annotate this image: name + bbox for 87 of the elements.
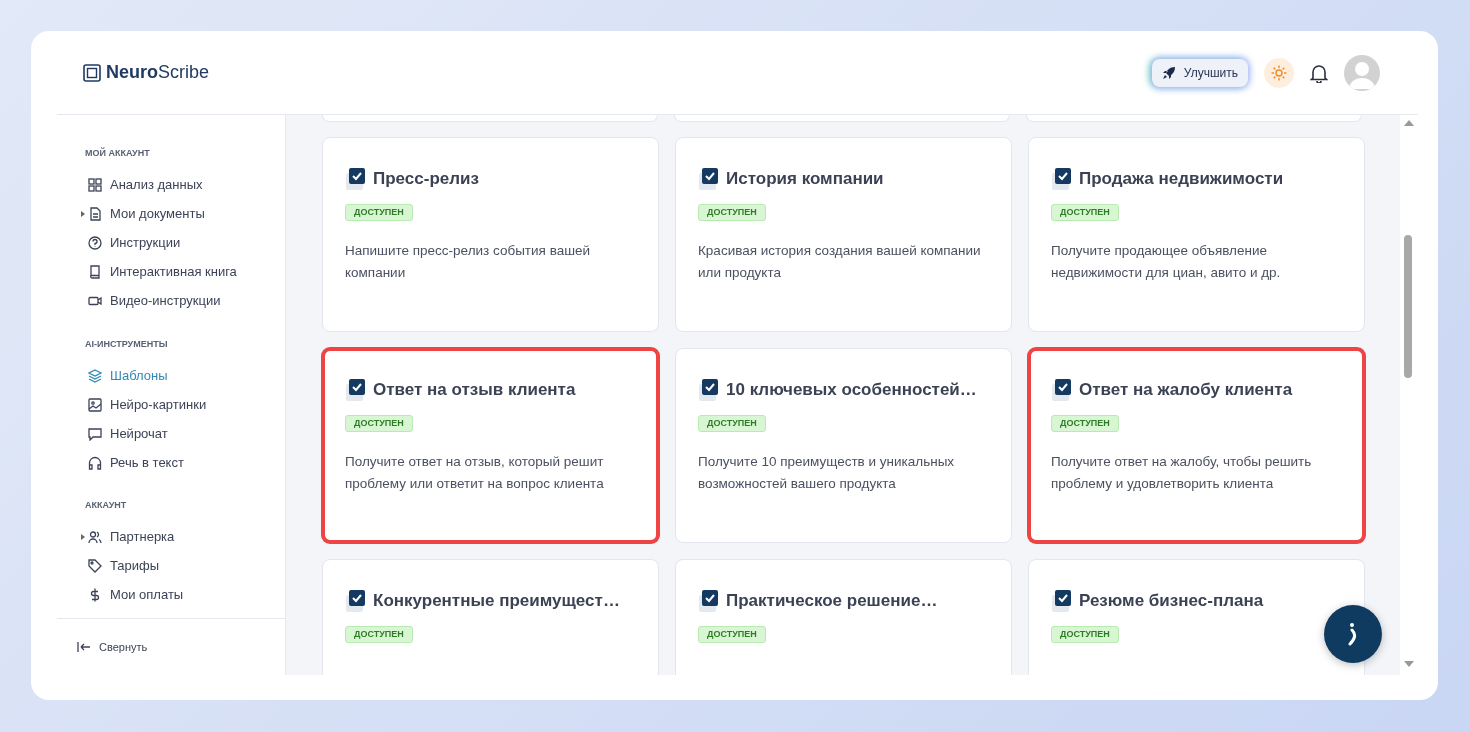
section-title: МОЙ АККАУНТ xyxy=(85,147,151,160)
checkbox-icon xyxy=(345,377,367,402)
sun-icon xyxy=(1271,64,1287,81)
section-title: АККАУНТ xyxy=(85,499,128,512)
template-title: Ответ на отзыв клиента xyxy=(373,379,576,401)
template-title: Ответ на жалобу клиента xyxy=(1079,379,1293,401)
template-title: Пресс-релиз xyxy=(373,168,479,190)
template-card[interactable]: Практическое решение… ДОСТУПЕН xyxy=(675,559,1012,675)
book-icon xyxy=(88,265,102,279)
status-label: ДОСТУПЕН xyxy=(1051,203,1119,221)
checkbox-icon xyxy=(345,166,367,191)
template-card[interactable]: Ответ на отзыв клиента ДОСТУПЕН Получите ответ на отзыв, который решит проблему или ответит на вопрос клиента xyxy=(322,348,659,543)
help-icon xyxy=(88,236,102,250)
status-label: ДОСТУПЕН xyxy=(345,625,413,643)
template-description: Красивая история создания вашей компании или продукта xyxy=(698,241,982,282)
checkbox-icon xyxy=(345,588,367,613)
rocket-icon xyxy=(1161,65,1176,80)
sidebar-item[interactable]: Видео-инструкции xyxy=(85,286,285,316)
sidebar-item[interactable]: Шаблоны xyxy=(85,361,285,390)
users-icon xyxy=(88,530,102,544)
avatar[interactable] xyxy=(1344,54,1380,91)
template-description: Получите 10 преимуществ и уникальных возможностей вашего продукта xyxy=(698,452,956,493)
status-label: ДОСТУПЕН xyxy=(345,203,413,221)
template-title: Практическое решение… xyxy=(726,590,938,612)
template-card[interactable]: 10 ключевых особенностей… ДОСТУПЕН Получите 10 преимуществ и уникальных возможностей вашего продукта xyxy=(675,348,1012,543)
caret-icon[interactable] xyxy=(81,534,85,540)
template-card[interactable]: Ответ на жалобу клиента ДОСТУПЕН Получите ответ на жалобу, чтобы решить проблему и удовлетворить клиента xyxy=(1028,348,1365,543)
template-description: Получите продающее объявление недвижимости для циан, авито и др. xyxy=(1051,241,1282,282)
scroll-down-icon[interactable] xyxy=(1404,661,1414,667)
dollar-icon xyxy=(88,588,102,602)
layers-icon xyxy=(88,368,102,383)
checkbox-icon xyxy=(698,166,720,191)
status-label: ДОСТУПЕН xyxy=(698,414,766,432)
sidebar-item[interactable]: Партнерка xyxy=(85,522,285,552)
scroll-up-icon[interactable] xyxy=(1404,120,1414,126)
video-camera-icon xyxy=(88,294,102,308)
brand-name[interactable]: NeuroScribe xyxy=(106,59,210,86)
template-card[interactable]: Пресс-релиз ДОСТУПЕН Напишите пресс-релиз события вашей компании xyxy=(322,137,659,332)
checkbox-icon xyxy=(1051,377,1073,402)
collapse-icon xyxy=(77,642,91,652)
sidebar-item[interactable]: Интерактивная книга xyxy=(85,257,285,287)
sidebar-item[interactable]: Нейро-картинки xyxy=(85,390,285,419)
document-icon xyxy=(88,207,102,221)
sidebar-item[interactable]: Тарифы xyxy=(85,551,285,581)
sidebar-item[interactable]: Мои документы xyxy=(85,199,285,229)
template-description: Получите ответ на отзыв, который решит проблему или ответит на вопрос клиента xyxy=(345,452,605,493)
section-title: AI-ИНСТРУМЕНТЫ xyxy=(85,337,169,351)
headphones-icon xyxy=(88,455,102,470)
template-title: 10 ключевых особенностей… xyxy=(726,379,977,401)
image-icon xyxy=(88,397,102,412)
template-card[interactable]: Продажа недвижимости ДОСТУПЕН Получите продающее объявление недвижимости для циан, авито и др. xyxy=(1028,137,1365,332)
template-card[interactable] xyxy=(674,115,1010,122)
status-label: ДОСТУПЕН xyxy=(1051,625,1119,643)
theme-toggle[interactable] xyxy=(1264,57,1294,88)
template-card[interactable]: История компании ДОСТУПЕН Красивая история создания вашей компании или продукта xyxy=(675,137,1012,332)
status-label: ДОСТУПЕН xyxy=(698,625,766,643)
checkbox-icon xyxy=(1051,166,1073,191)
sidebar-item[interactable]: Анализ данных xyxy=(85,170,285,200)
sidebar-item[interactable]: Речь в текст xyxy=(85,448,285,477)
template-card[interactable] xyxy=(322,115,658,122)
template-card[interactable]: Конкурентные преимущест… ДОСТУПЕН xyxy=(322,559,659,675)
template-card[interactable]: Резюме бизнес-плана ДОСТУПЕН xyxy=(1028,559,1365,675)
sidebar-item[interactable]: Мои оплаты xyxy=(85,580,285,610)
tag-icon xyxy=(88,559,102,573)
upgrade-button[interactable]: Улучшить xyxy=(1151,58,1248,87)
caret-icon[interactable] xyxy=(81,211,85,217)
template-card[interactable] xyxy=(1026,115,1362,122)
logo-icon xyxy=(83,63,101,82)
template-title: Конкурентные преимущест… xyxy=(373,590,620,612)
collapse-button[interactable]: Свернуть xyxy=(77,638,148,656)
grid-icon xyxy=(88,178,102,192)
template-description: Напишите пресс-релиз события вашей компании xyxy=(345,241,592,282)
bell-icon[interactable] xyxy=(1310,62,1328,83)
template-description: Получите ответ на жалобу, чтобы решить проблему и удовлетворить клиента xyxy=(1051,452,1313,493)
sidebar-item[interactable]: Инструкции xyxy=(85,228,285,258)
template-title: История компании xyxy=(726,168,884,190)
status-label: ДОСТУПЕН xyxy=(345,414,413,432)
scrollbar-thumb[interactable] xyxy=(1404,235,1412,378)
chat-bubble-icon xyxy=(88,426,102,441)
sidebar-item[interactable]: Нейрочат xyxy=(85,419,285,448)
status-label: ДОСТУПЕН xyxy=(1051,414,1119,432)
status-label: ДОСТУПЕН xyxy=(698,203,766,221)
checkbox-icon xyxy=(698,377,720,402)
template-title: Продажа недвижимости xyxy=(1079,168,1284,190)
checkbox-icon xyxy=(1051,588,1073,613)
checkbox-icon xyxy=(698,588,720,613)
template-title: Резюме бизнес-плана xyxy=(1079,590,1264,612)
